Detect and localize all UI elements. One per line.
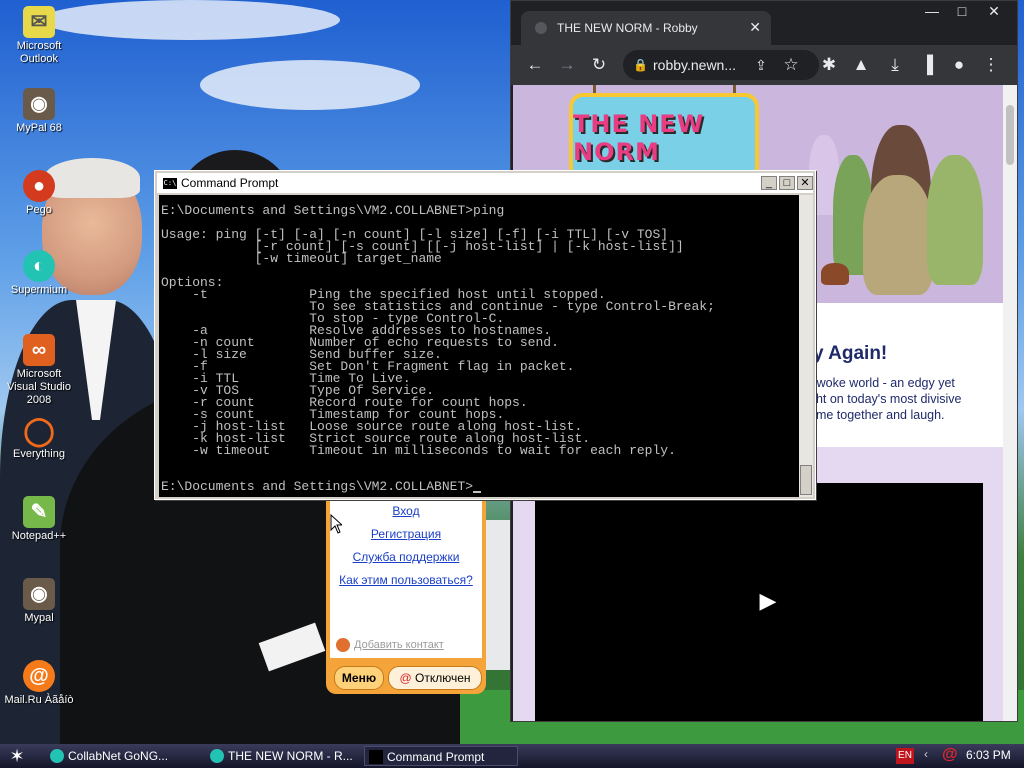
cmd-output-line: [-w timeout] target_name	[161, 251, 442, 266]
cmd-output-line: -w timeout Timeout in milliseconds to wa…	[161, 443, 676, 458]
play-icon[interactable]: ▶	[753, 586, 783, 616]
cmd-output-line	[161, 457, 799, 469]
desktop-icon-outlook[interactable]: ✉ Microsoft Outlook	[1, 6, 77, 66]
cmd-maximize-button[interactable]: □	[779, 176, 795, 190]
raccoon-icon: ◉	[23, 578, 55, 610]
outlook-icon: ✉	[23, 6, 55, 38]
desktop-icon-notepadpp[interactable]: ✎ Notepad++	[1, 496, 77, 543]
cmd-window-icon: C:\	[163, 178, 177, 190]
language-indicator[interactable]: EN	[896, 748, 914, 764]
raccoon-icon: ◉	[23, 88, 55, 120]
clock[interactable]: 6:03 PM	[966, 748, 1011, 762]
forward-arrow-icon[interactable]: →	[555, 53, 579, 77]
minimize-button[interactable]: —	[915, 1, 949, 21]
cmd-prompt: E:\Documents and Settings\VM2.COLLABNET>	[161, 479, 474, 494]
mailru-at-icon[interactable]: @	[942, 746, 960, 764]
download-icon[interactable]: ⤓	[883, 53, 907, 77]
browser-tab[interactable]: THE NEW NORM - Robby ✕	[521, 11, 771, 45]
menu-button[interactable]: Меню	[334, 666, 384, 690]
messenger-content: Вход Регистрация Служба поддержки Как эт…	[330, 496, 482, 658]
messenger-panel: Вход Регистрация Служба поддержки Как эт…	[326, 496, 486, 694]
desktop-icon-pego[interactable]: ● Pego	[1, 170, 77, 217]
cloud	[40, 0, 340, 40]
desktop-icon-mypal[interactable]: ◉ Mypal	[1, 578, 77, 625]
address-bar-url: robby.newn...	[653, 57, 737, 73]
login-link[interactable]: Вход	[330, 504, 482, 518]
supermium-icon	[210, 749, 224, 763]
share-icon[interactable]: ⇪	[749, 53, 773, 77]
browser-tab-title: THE NEW NORM - Robby	[557, 21, 698, 35]
status-button[interactable]: @ Отключен	[388, 666, 482, 690]
close-window-button[interactable]: ✕	[977, 1, 1011, 21]
cartoon-character	[863, 175, 933, 295]
cartoon-dog	[821, 263, 849, 285]
maximize-button[interactable]: □	[945, 1, 979, 21]
desktop-icon-supermium[interactable]: ◐ Supermium	[1, 250, 77, 297]
cartoon-character	[927, 155, 983, 285]
close-tab-icon[interactable]: ✕	[749, 19, 761, 36]
bookmark-star-icon[interactable]: ☆	[779, 53, 803, 77]
command-prompt-window: C:\ Command Prompt _ □ ✕ E:\Documents and…	[154, 170, 816, 500]
search-icon: ◯	[23, 414, 55, 446]
add-contact-link[interactable]: Добавить контакт	[336, 638, 444, 652]
desktop-icon-visual-studio[interactable]: ∞ Microsoft Visual Studio 2008	[1, 334, 77, 407]
profile-avatar-icon[interactable]: ●	[947, 53, 971, 77]
cmd-prompt-line[interactable]: E:\Documents and Settings\VM2.COLLABNET>	[161, 479, 799, 494]
add-contact-icon	[336, 638, 350, 652]
cmd-title-bar[interactable]: C:\ Command Prompt _ □ ✕	[157, 173, 813, 193]
taskbar-item-new-norm[interactable]: THE NEW NORM - R...	[206, 746, 356, 766]
flask-icon[interactable]: ▲	[849, 53, 873, 77]
extensions-icon[interactable]: ✱	[817, 53, 841, 77]
support-link[interactable]: Служба поддержки	[330, 550, 482, 564]
cmd-window-icon	[369, 750, 383, 764]
sidepanel-icon[interactable]: ▐	[915, 53, 939, 77]
taskbar-item-command-prompt[interactable]: Command Prompt	[364, 746, 518, 766]
video-player[interactable]: ▶	[535, 483, 983, 721]
pego-icon: ●	[23, 170, 55, 202]
taskbar: ✶ CollabNet GoNG... THE NEW NORM - R... …	[0, 744, 1024, 768]
cmd-cursor-caret	[473, 491, 482, 493]
cmd-console-output[interactable]: E:\Documents and Settings\VM2.COLLABNET>…	[159, 195, 799, 497]
notepadpp-icon: ✎	[23, 496, 55, 528]
lock-icon: 🔒	[633, 58, 648, 72]
cmd-output-line	[161, 265, 799, 277]
desktop-icon-everything[interactable]: ◯ Everything	[1, 414, 77, 461]
cmd-minimize-button[interactable]: _	[761, 176, 777, 190]
supermium-icon: ◐	[23, 250, 55, 282]
cmd-close-button[interactable]: ✕	[797, 176, 813, 190]
cloud	[200, 60, 420, 110]
start-menu-star-icon[interactable]: ✶	[6, 746, 28, 766]
page-headline: y Again!	[813, 343, 888, 364]
register-link[interactable]: Регистрация	[330, 527, 482, 541]
cmd-scrollbar-thumb[interactable]	[800, 465, 812, 495]
page-blurb: r woke world - an edgy yet ght on today'…	[809, 376, 962, 422]
help-link[interactable]: Как этим пользоваться?	[330, 573, 482, 587]
mouse-cursor-icon	[330, 514, 342, 534]
browser-toolbar: ← → ↻ 🔒 robby.newn... ⇪ ☆ ✱ ▲ ⤓ ▐ ● ⋮	[511, 45, 1017, 85]
scrollbar-thumb[interactable]	[1006, 105, 1014, 165]
mailru-at-icon: @	[23, 660, 55, 692]
desktop-icon-mypal-68[interactable]: ◉ MyPal 68	[1, 88, 77, 135]
page-scrollbar[interactable]	[1003, 85, 1017, 721]
desktop-icon-mailru[interactable]: @ Mail.Ru Àãåíò	[1, 660, 77, 707]
cmd-title: Command Prompt	[181, 176, 279, 190]
supermium-icon	[50, 749, 64, 763]
menu-kebab-icon[interactable]: ⋮	[979, 53, 1003, 77]
tray-chevron-icon[interactable]: ‹	[924, 747, 934, 761]
tab-favicon-icon	[535, 22, 547, 34]
visual-studio-icon: ∞	[23, 334, 55, 366]
cmd-scrollbar[interactable]	[799, 195, 813, 497]
cmd-output-line: E:\Documents and Settings\VM2.COLLABNET>…	[161, 203, 505, 218]
offline-status-icon: @	[399, 671, 412, 685]
back-arrow-icon[interactable]: ←	[523, 53, 547, 77]
taskbar-item-collabnet[interactable]: CollabNet GoNG...	[46, 746, 202, 766]
reload-icon[interactable]: ↻	[587, 53, 611, 77]
